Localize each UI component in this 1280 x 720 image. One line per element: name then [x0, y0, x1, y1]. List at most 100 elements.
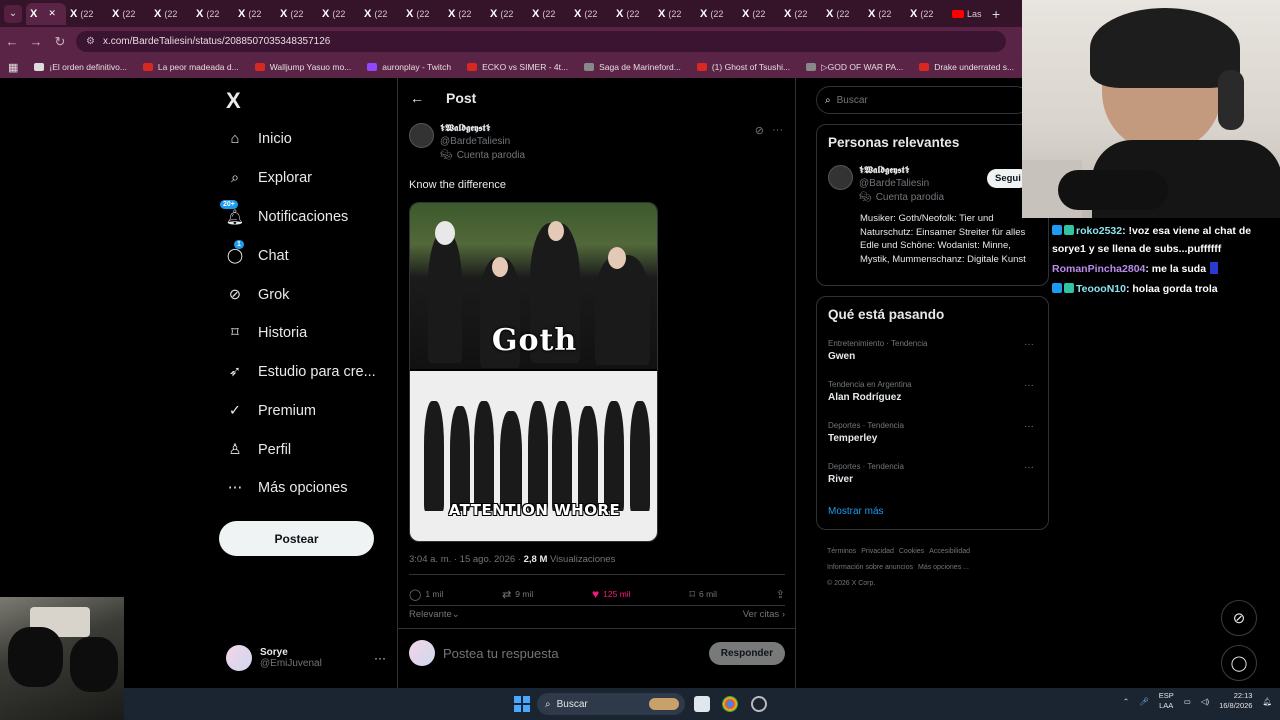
bookmark-item[interactable]: Walljump Yasuo mo...	[249, 62, 362, 73]
tab-x[interactable]: X (22	[402, 3, 444, 25]
clock[interactable]: 22:13 16/8/2026	[1219, 691, 1252, 711]
person-handle[interactable]: @BardeTaliesin	[859, 178, 944, 189]
language-indicator[interactable]: ESP LAA	[1159, 691, 1174, 711]
network-icon[interactable]: ▭	[1184, 697, 1191, 706]
trend-item[interactable]: Entretenimiento · Tendencia Gwen ···	[828, 339, 1040, 362]
nav-item-más-opciones[interactable]: ⋯ Más opciones	[226, 479, 348, 497]
reply-submit-button[interactable]: Responder	[708, 641, 785, 665]
back-button[interactable]: ←	[0, 34, 24, 49]
nav-item-grok[interactable]: ⊘ Grok	[226, 286, 290, 304]
trend-item[interactable]: Deportes · Tendencia River ···	[828, 462, 1040, 485]
tab-x[interactable]: X (22	[192, 3, 234, 25]
nav-item-perfil[interactable]: ♙ Perfil	[226, 441, 292, 459]
tab-x[interactable]: X (22	[822, 3, 864, 25]
grok-float-button[interactable]: ⊘	[1221, 600, 1257, 636]
file-explorer-icon[interactable]	[694, 696, 710, 712]
url-field[interactable]: ⚙ x.com/BardeTaliesin/status/20885070353…	[76, 31, 1006, 52]
tab-x[interactable]: X (22	[150, 3, 192, 25]
more-icon[interactable]: ···	[374, 651, 386, 665]
tab-x[interactable]: X (22	[234, 3, 276, 25]
tab-x[interactable]: X (22	[738, 3, 780, 25]
tab-active[interactable]: X ✕	[26, 2, 66, 25]
chat-username[interactable]: roko2532	[1076, 225, 1122, 237]
messages-float-button[interactable]: ◯	[1221, 645, 1257, 681]
more-icon[interactable]: ···	[1024, 421, 1034, 432]
trend-item[interactable]: Tendencia en Argentina Alan Rodríguez ···	[828, 380, 1040, 403]
person-name[interactable]: ⚕𝖂𝖆𝖑𝖉𝖌𝖊𝖞𝖘𝖙⚕	[859, 165, 944, 176]
site-info-icon[interactable]: ⚙	[86, 36, 95, 47]
bookmark-item[interactable]: (1) Ghost of Tsushi...	[691, 62, 800, 73]
author-name[interactable]: ⚕𝖂𝖆𝖑𝖉𝖌𝖊𝖞𝖘𝖙⚕	[440, 123, 525, 134]
more-icon[interactable]: ···	[772, 124, 783, 137]
obs-icon[interactable]	[751, 696, 767, 712]
more-icon[interactable]: ···	[1024, 380, 1034, 391]
bookmark-item[interactable]: Drake underrated s...	[913, 62, 1024, 73]
nav-item-estudio-para-cre-[interactable]: ➶ Estudio para cre...	[226, 363, 376, 381]
footer-link[interactable]: Términos	[827, 548, 856, 555]
tab-close-icon[interactable]: ✕	[48, 8, 56, 19]
reply-button[interactable]: ◯ 1 mil	[409, 587, 443, 601]
mic-icon[interactable]: 🎤︎	[1139, 697, 1149, 706]
tab-x[interactable]: X (22	[444, 3, 486, 25]
nav-item-historia[interactable]: ⌑ Historia	[226, 324, 307, 342]
tab-x[interactable]: X (22	[276, 3, 318, 25]
nav-item-chat[interactable]: ◯ 1 Chat	[226, 240, 289, 265]
post-image[interactable]: Goth ATTENTION WHORE	[409, 202, 658, 542]
tab-x[interactable]: X (22	[528, 3, 570, 25]
tab-x[interactable]: X (22	[108, 3, 150, 25]
bookmark-item[interactable]: ▷GOD OF WAR PA...	[800, 62, 913, 73]
chat-username[interactable]: RomanPincha2804	[1052, 263, 1145, 275]
nav-item-explorar[interactable]: ⌕ Explorar	[226, 169, 312, 187]
tab-search-menu-icon[interactable]: ⌄	[4, 4, 22, 23]
reload-button[interactable]: ↻	[48, 34, 72, 50]
bookmark-item[interactable]: ¡El orden definitivo...	[28, 62, 136, 73]
tab-x[interactable]: X (22	[654, 3, 696, 25]
footer-link[interactable]: Cookies	[899, 548, 924, 555]
sort-dropdown[interactable]: Relevante⌄	[409, 609, 460, 620]
show-more-link[interactable]: Mostrar más	[828, 506, 884, 517]
like-button[interactable]: ♥ 125 mil	[592, 587, 631, 601]
taskbar-search[interactable]: ⌕ Buscar	[537, 693, 685, 715]
nav-item-notificaciones[interactable]: 🔔︎ 20+ Notificaciones	[220, 200, 348, 226]
footer-link[interactable]: Accesibilidad	[929, 548, 970, 555]
notification-bell-icon[interactable]: 🔔︎	[1262, 697, 1272, 706]
post-author[interactable]: ⚕𝖂𝖆𝖑𝖉𝖌𝖊𝖞𝖘𝖙⚕ @BardeTaliesin 🎭︎ Cuenta par…	[409, 123, 525, 161]
apps-grid-icon[interactable]: ▦	[0, 61, 28, 74]
forward-button[interactable]: →	[24, 34, 48, 49]
grok-icon[interactable]: ⊘	[755, 124, 764, 137]
chevron-up-icon[interactable]: ⌃	[1123, 697, 1129, 706]
tab-x[interactable]: X (22	[906, 3, 948, 25]
tab-x[interactable]: X (22	[360, 3, 402, 25]
volume-icon[interactable]: ◁)	[1201, 697, 1209, 706]
back-arrow-icon[interactable]: ←	[410, 90, 424, 106]
share-button[interactable]: ⇪	[776, 587, 785, 601]
new-tab-button[interactable]: +	[992, 6, 1000, 22]
trend-item[interactable]: Deportes · Tendencia Temperley ···	[828, 421, 1040, 444]
repost-button[interactable]: ⇄ 9 mil	[502, 587, 533, 601]
more-icon[interactable]: ···	[1024, 462, 1034, 473]
footer-link[interactable]: Más opciones ...	[918, 564, 969, 571]
bookmark-item[interactable]: auronplay - Twitch	[361, 62, 461, 73]
tab-x[interactable]: X (22	[486, 3, 528, 25]
author-avatar[interactable]	[828, 165, 853, 190]
bookmark-item[interactable]: Saga de Marineford...	[578, 62, 691, 73]
tab-x[interactable]: X (22	[318, 3, 360, 25]
search-input[interactable]: ⌕ Buscar	[816, 86, 1030, 114]
bookmark-button[interactable]: ⌑ 6 mil	[689, 587, 717, 601]
footer-link[interactable]: Privacidad	[861, 548, 894, 555]
author-avatar[interactable]	[409, 123, 434, 148]
post-button[interactable]: Postear	[219, 521, 374, 556]
chat-username[interactable]: TeoooN10	[1076, 283, 1126, 295]
chrome-icon[interactable]	[722, 696, 738, 712]
reply-input[interactable]: Postea tu respuesta	[443, 646, 559, 661]
author-handle[interactable]: @BardeTaliesin	[440, 136, 525, 147]
windows-start-icon[interactable]	[514, 696, 530, 712]
bookmark-item[interactable]: ECKO vs SIMER - 4t...	[461, 62, 578, 73]
post-timestamp[interactable]: 3:04 a. m. · 15 ago. 2026 ·	[409, 554, 524, 565]
tab-x[interactable]: X (22	[864, 3, 906, 25]
view-quotes-link[interactable]: Ver citas ›	[743, 609, 785, 620]
nav-item-inicio[interactable]: ⌂ Inicio	[226, 130, 292, 148]
tab-youtube[interactable]: Las	[948, 3, 986, 25]
tab-x[interactable]: X (22	[570, 3, 612, 25]
more-icon[interactable]: ···	[1024, 339, 1034, 350]
